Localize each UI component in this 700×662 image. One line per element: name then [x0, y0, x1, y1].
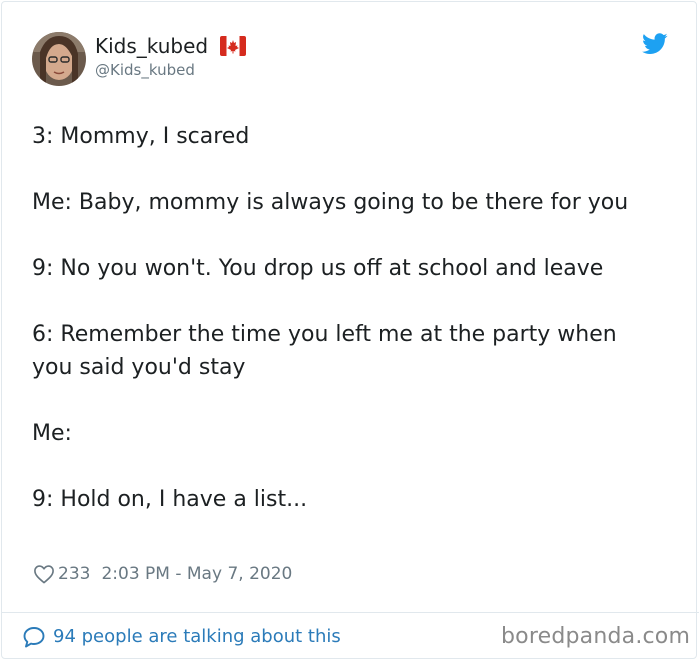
- tweet-meta: 233 2:03 PM - May 7, 2020: [33, 561, 292, 587]
- author-handle[interactable]: @Kids_kubed: [95, 60, 195, 80]
- avatar[interactable]: [32, 32, 86, 86]
- heart-icon[interactable]: [33, 564, 55, 584]
- talking-text[interactable]: 94 people are talking about this: [53, 624, 341, 650]
- like-count[interactable]: 233: [58, 561, 90, 587]
- tweet-timestamp[interactable]: 2:03 PM - May 7, 2020: [101, 561, 292, 587]
- talking-link[interactable]: 94 people are talking about this: [22, 624, 341, 650]
- watermark: boredpanda.com: [501, 624, 691, 649]
- twitter-bird-icon[interactable]: [642, 33, 668, 55]
- speech-bubble-icon: [23, 627, 45, 648]
- author-display-name[interactable]: Kids_kubed: [95, 34, 208, 58]
- tweet-text: 3: Mommy, I scared Me: Baby, mommy is al…: [32, 124, 629, 512]
- avatar-photo: [32, 32, 86, 86]
- divider: [1, 612, 699, 613]
- canada-flag-icon: [220, 36, 247, 62]
- author-name-row[interactable]: Kids_kubed: [95, 33, 247, 62]
